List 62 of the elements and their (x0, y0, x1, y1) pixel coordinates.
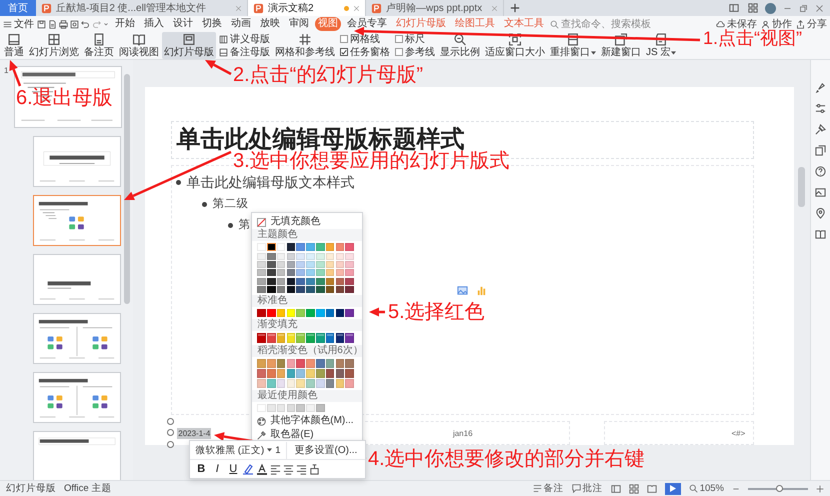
toolbar-button[interactable]: 普通 (2, 32, 26, 59)
checkbox-label: 参考线 (405, 46, 435, 58)
annotation-text: 6.退出母版 (16, 86, 113, 110)
toolbar-button[interactable]: 讲义母版 (219, 34, 270, 44)
checkbox-label: 网格线 (350, 34, 380, 44)
date-text[interactable]: 2023-1-4 (177, 428, 212, 438)
toolbar-button[interactable]: 幻灯片母版 (162, 32, 216, 59)
tab-title: 演示文稿2 (268, 2, 314, 15)
checkbox-label: 标尺 (405, 34, 425, 44)
checkbox-label: 任务窗格 (350, 46, 390, 58)
ribbon-tab[interactable]: 放映 (257, 17, 283, 31)
zoom-level[interactable]: 105% (688, 483, 724, 494)
home-tab[interactable]: 首页 (0, 0, 36, 16)
slide-number: 1 (4, 66, 10, 75)
toolbar-button[interactable]: 幻灯片浏览 (27, 32, 81, 59)
section-label: 渐变填充 (252, 318, 362, 331)
number-placeholder[interactable]: <#> (604, 421, 754, 445)
section-label: 稻壳渐变色（试用6次） (252, 344, 362, 357)
ribbon-tab[interactable]: 审阅 (286, 17, 312, 31)
status-text: Office 主题 (64, 482, 112, 495)
toolbar-action[interactable]: 协作 (772, 17, 792, 31)
ribbon-tab[interactable]: 设计 (170, 17, 196, 31)
toolbar-button[interactable]: 网格和参考线 (273, 32, 337, 59)
slide-number-text: <#> (731, 428, 746, 438)
bullet-text: 单击此处编辑母版文本样式 (186, 174, 354, 191)
ribbon-tab[interactable]: 开始 (112, 17, 138, 31)
annotation-text: 5.选择红色 (388, 300, 485, 324)
status-text: 幻灯片母版 (6, 482, 56, 495)
toolbar-button[interactable]: JS 宏 (644, 32, 678, 59)
toolbar-button[interactable]: 备注页 (82, 32, 116, 59)
toolbar-button[interactable]: 新建窗口 (599, 32, 643, 59)
toolbar-action[interactable]: 分享 (807, 17, 827, 31)
comments-button[interactable]: 批注 (572, 482, 603, 495)
annotation-text: 2.点击“的幻灯片母版” (233, 63, 423, 87)
file-menu[interactable]: 文件 (3, 17, 34, 31)
document-tab[interactable]: 演示文稿2 (248, 0, 366, 16)
ribbon-tab[interactable]: 切换 (199, 17, 225, 31)
footer-text: jan16 (452, 428, 473, 438)
ribbon-tab[interactable]: 会员专享 (344, 17, 390, 31)
toolbar-button[interactable]: 阅读视图 (117, 32, 161, 59)
toolbar-action[interactable]: 未保存 (727, 17, 757, 31)
format-button[interactable]: B (194, 462, 208, 476)
toolbar-button[interactable]: 重排窗口 (548, 32, 598, 59)
section-label: 最近使用颜色 (252, 390, 362, 402)
bullet-text: 第二级 (212, 196, 248, 212)
section-label: 主题颜色 (252, 229, 362, 241)
toolbar-button[interactable]: 适应窗口大小 (483, 32, 547, 59)
ribbon-tab[interactable]: 动画 (228, 17, 254, 31)
tab-title: 卢明翰—wps ppt.pptx (386, 2, 482, 15)
format-button[interactable]: I (210, 462, 224, 476)
font-selector[interactable]: 微软雅黑 (正文) 1 (190, 442, 287, 458)
menu-item[interactable]: 无填充颜色 (252, 215, 362, 229)
annotation-text: 1.点击“视图” (703, 28, 802, 50)
section-label: 标准色 (252, 294, 362, 307)
bullet-text: 第 (238, 218, 250, 233)
notes-button[interactable]: 备注 (532, 482, 564, 495)
ribbon-tab[interactable]: 插入 (141, 17, 167, 31)
annotation-text: 4.选中你想要修改的部分并右键 (368, 447, 645, 471)
format-button[interactable]: U (226, 462, 240, 476)
tab-title: 丘猷旭-项目2 使...ell管理本地文件 (56, 2, 206, 15)
toolbar-button[interactable]: 显示比例 (438, 32, 482, 59)
toolbar-button[interactable]: 备注母版 (219, 46, 270, 58)
